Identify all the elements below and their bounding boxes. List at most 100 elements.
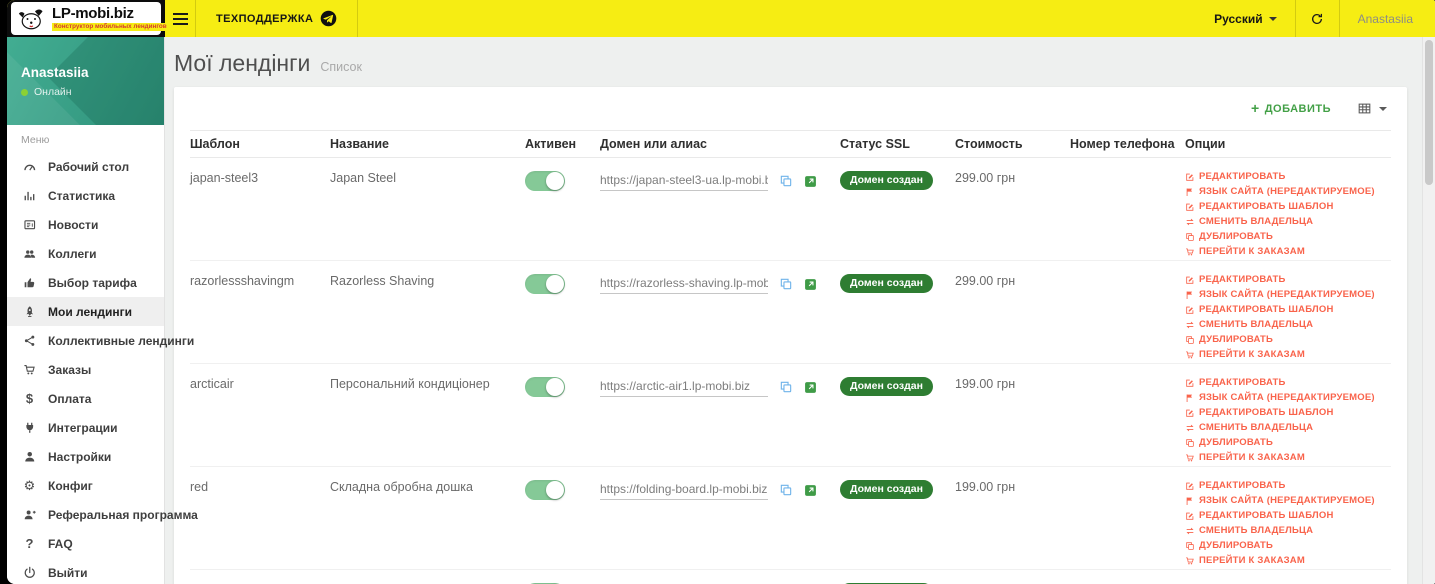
option-edit[interactable]: РЕДАКТИРОВАТЬ <box>1185 272 1391 287</box>
option-site-language[interactable]: ЯЗЫК САЙТА (НЕРЕДАКТИРУЕМОЕ) <box>1185 184 1391 199</box>
copy-domain-icon[interactable] <box>779 174 793 188</box>
add-button[interactable]: + ДОБАВИТЬ <box>1251 101 1331 115</box>
option-edit-template[interactable]: РЕДАКТИРОВАТЬ ШАБЛОН <box>1185 199 1391 214</box>
open-site-icon[interactable] <box>804 175 817 188</box>
open-site-icon[interactable] <box>804 278 817 291</box>
column-header: Домен или алиас <box>600 137 708 151</box>
sidebar-item-payment[interactable]: $ Оплата <box>7 384 164 413</box>
sidebar-item-config[interactable]: ⚙ Конфиг <box>7 471 164 500</box>
active-toggle[interactable] <box>525 171 565 191</box>
option-edit[interactable]: РЕДАКТИРОВАТЬ <box>1185 375 1391 390</box>
sidebar-toggle-button[interactable] <box>165 0 195 37</box>
power-icon <box>21 566 38 580</box>
open-site-icon[interactable] <box>804 484 817 497</box>
share-icon <box>21 334 38 348</box>
option-go-to-orders[interactable]: ПЕРЕЙТИ К ЗАКАЗАМ <box>1185 450 1391 465</box>
cart-icon <box>1185 350 1195 360</box>
topbar-username: Anastasiia <box>1357 11 1413 26</box>
page-title: Мої лендінги <box>174 50 311 76</box>
sidebar-item-desktop[interactable]: Рабочий стол <box>7 152 164 181</box>
option-edit-template[interactable]: РЕДАКТИРОВАТЬ ШАБЛОН <box>1185 405 1391 420</box>
option-go-to-orders[interactable]: ПЕРЕЙТИ К ЗАКАЗАМ <box>1185 244 1391 259</box>
sidebar-item-collective-landings[interactable]: Коллективные лендинги <box>7 326 194 355</box>
price-cell: 299.00 грн <box>955 274 1016 288</box>
vertical-scrollbar[interactable] <box>1422 37 1435 584</box>
domain-input[interactable] <box>600 173 768 191</box>
active-toggle[interactable] <box>525 377 565 397</box>
table-view-button[interactable] <box>1357 101 1387 116</box>
open-site-icon[interactable] <box>804 381 817 394</box>
sidebar-item-my-landings[interactable]: Мои лендинги <box>7 297 164 326</box>
sidebar-item-label: Коллективные лендинги <box>48 333 195 348</box>
option-edit[interactable]: РЕДАКТИРОВАТЬ <box>1185 169 1391 184</box>
option-change-owner[interactable]: СМЕНИТЬ ВЛАДЕЛЬЦА <box>1185 317 1391 332</box>
page-head: Мої лендінги Список <box>165 37 1435 87</box>
cart-icon <box>1185 453 1195 463</box>
column-header: Номер телефона <box>1070 137 1175 151</box>
options-cell: РЕДАКТИРОВАТЬ ЯЗЫК САЙТА (НЕРЕДАКТИРУЕМО… <box>1185 158 1391 260</box>
active-toggle[interactable] <box>525 274 565 294</box>
sidebar-item-faq[interactable]: ? FAQ <box>7 529 164 558</box>
option-site-language[interactable]: ЯЗЫК САЙТА (НЕРЕДАКТИРУЕМОЕ) <box>1185 493 1391 508</box>
scrollbar-thumb[interactable] <box>1425 40 1433 185</box>
sidebar-item-statistics[interactable]: Статистика <box>7 181 164 210</box>
sidebar-item-colleagues[interactable]: Коллеги <box>7 239 164 268</box>
options-cell: РЕДАКТИРОВАТЬ ЯЗЫК САЙТА (НЕРЕДАКТИРУЕМО… <box>1185 570 1391 584</box>
support-button[interactable]: ТЕХПОДДЕРЖКА <box>195 0 359 37</box>
option-duplicate[interactable]: ДУБЛИРОВАТЬ <box>1185 229 1391 244</box>
sidebar-item-tariff[interactable]: Выбор тарифа <box>7 268 164 297</box>
sidebar-item-news[interactable]: Новости <box>7 210 164 239</box>
option-duplicate[interactable]: ДУБЛИРОВАТЬ <box>1185 435 1391 450</box>
sidebar-item-label: FAQ <box>48 536 73 551</box>
flag-icon <box>1185 496 1195 506</box>
option-site-language[interactable]: ЯЗЫК САЙТА (НЕРЕДАКТИРУЕМОЕ) <box>1185 287 1391 302</box>
exchange-icon <box>1185 217 1195 227</box>
copy-domain-icon[interactable] <box>779 277 793 291</box>
refresh-icon <box>1310 12 1324 26</box>
sidebar-username: Anastasiia <box>21 65 89 80</box>
name-cell: Чоловічі кросівки <box>330 570 525 584</box>
option-change-owner[interactable]: СМЕНИТЬ ВЛАДЕЛЬЦА <box>1185 214 1391 229</box>
option-edit-template[interactable]: РЕДАКТИРОВАТЬ ШАБЛОН <box>1185 508 1391 523</box>
option-duplicate[interactable]: ДУБЛИРОВАТЬ <box>1185 332 1391 347</box>
sidebar-item-orders[interactable]: Заказы <box>7 355 164 384</box>
refresh-button[interactable] <box>1294 0 1339 37</box>
edit-icon <box>1185 275 1195 285</box>
option-change-owner[interactable]: СМЕНИТЬ ВЛАДЕЛЬЦА <box>1185 420 1391 435</box>
domain-input[interactable] <box>600 379 768 397</box>
card-toolbar: + ДОБАВИТЬ <box>190 87 1391 130</box>
option-duplicate[interactable]: ДУБЛИРОВАТЬ <box>1185 538 1391 553</box>
option-site-language[interactable]: ЯЗЫК САЙТА (НЕРЕДАКТИРУЕМОЕ) <box>1185 390 1391 405</box>
gears-icon: ⚙ <box>23 478 36 493</box>
option-change-owner[interactable]: СМЕНИТЬ ВЛАДЕЛЬЦА <box>1185 523 1391 538</box>
sidebar-item-label: Реферальная программа <box>48 507 198 522</box>
language-selector[interactable]: Русский <box>1196 0 1295 37</box>
app-window: LP-mobi.biz Конструктор мобильных лендин… <box>7 0 1435 584</box>
option-go-to-orders[interactable]: ПЕРЕЙТИ К ЗАКАЗАМ <box>1185 347 1391 362</box>
active-toggle[interactable] <box>525 480 565 500</box>
sidebar-item-label: Интеграции <box>48 420 118 435</box>
duplicate-icon <box>1185 232 1195 242</box>
chevron-down-icon <box>1379 106 1387 111</box>
flag-icon <box>1185 187 1195 197</box>
phone-cell <box>1070 467 1185 569</box>
toggle-knob <box>546 481 564 499</box>
sidebar-item-label: Выбор тарифа <box>48 275 137 290</box>
sidebar-item-referral[interactable]: Реферальная программа <box>7 500 198 529</box>
sidebar-item-integrations[interactable]: Интеграции <box>7 413 164 442</box>
option-edit-template[interactable]: РЕДАКТИРОВАТЬ ШАБЛОН <box>1185 302 1391 317</box>
sidebar-item-settings[interactable]: Настройки <box>7 442 164 471</box>
domain-input[interactable] <box>600 482 768 500</box>
flag-icon <box>1185 393 1195 403</box>
menu-section-label: Меню <box>21 134 50 146</box>
copy-domain-icon[interactable] <box>779 483 793 497</box>
option-edit[interactable]: РЕДАКТИРОВАТЬ <box>1185 478 1391 493</box>
sidebar-item-logout[interactable]: Выйти <box>7 558 164 584</box>
topbar-user-menu[interactable]: Anastasiia <box>1338 0 1435 37</box>
sidebar-item-label: Коллеги <box>48 246 97 261</box>
logo[interactable]: LP-mobi.biz Конструктор мобильных лендин… <box>11 2 169 35</box>
option-go-to-orders[interactable]: ПЕРЕЙТИ К ЗАКАЗАМ <box>1185 553 1391 568</box>
domain-input[interactable] <box>600 276 768 294</box>
copy-domain-icon[interactable] <box>779 380 793 394</box>
